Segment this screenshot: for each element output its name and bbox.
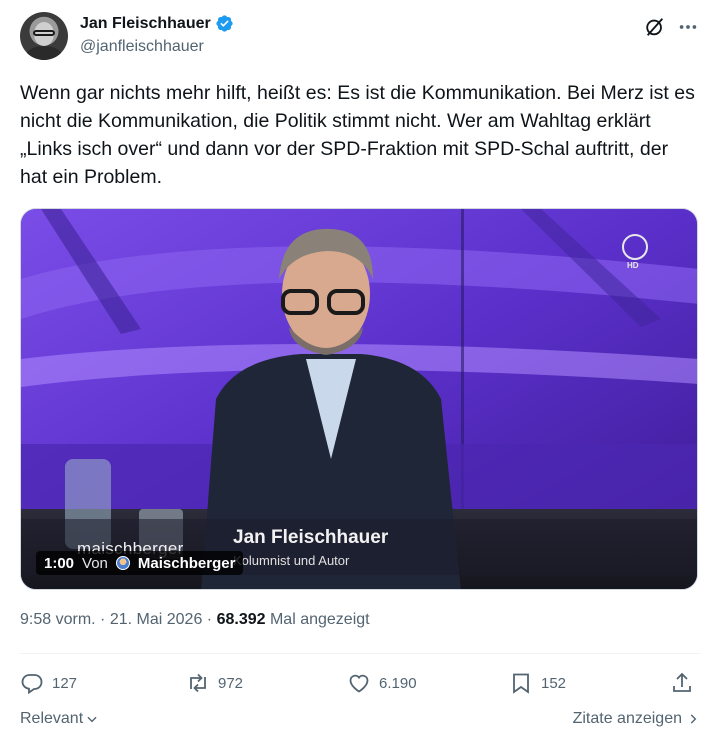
more-icon[interactable] — [676, 16, 700, 38]
tweet-text: Wenn gar nichts mehr hilft, heißt es: Es… — [20, 82, 695, 188]
author-handle[interactable]: @janfleischhauer — [80, 38, 204, 56]
bookmark-icon — [513, 673, 529, 694]
action-bar: 127 972 6.190 152 — [20, 668, 700, 698]
sort-dropdown[interactable]: Relevant — [20, 710, 99, 728]
like-icon — [349, 674, 369, 693]
lower-third-role: Kolumnist und Autor — [233, 553, 350, 568]
tweet-meta: 9:58 vorm. · 21. Mai 2026 · 68.392 Mal a… — [20, 611, 370, 629]
like-count: 6.190 — [379, 674, 417, 692]
view-label: Mal angezeigt — [269, 611, 370, 628]
author-avatar[interactable] — [20, 12, 68, 60]
repost-icon — [190, 673, 206, 693]
reply-icon — [21, 674, 43, 695]
share-icon — [673, 672, 691, 692]
reply-count: 127 — [52, 674, 78, 692]
verified-icon — [216, 15, 233, 32]
repost-count: 972 — [218, 674, 244, 692]
view-count: 68.392 — [216, 611, 266, 628]
bookmark-button[interactable]: 152 — [509, 668, 566, 698]
meta-separator: · — [100, 611, 106, 628]
chevron-down-icon — [87, 716, 97, 723]
sort-label: Relevant — [20, 710, 84, 727]
view-quotes-link[interactable]: Zitate anzeigen — [573, 710, 700, 728]
quotes-label: Zitate anzeigen — [572, 710, 682, 727]
lower-third-name: Jan Fleischhauer — [233, 527, 389, 548]
author-display-name[interactable]: Jan Fleischhauer — [80, 15, 211, 33]
name-row: Jan Fleischhauer — [80, 14, 234, 33]
grok-icon[interactable] — [644, 16, 666, 38]
tweet-header: Jan Fleischhauer @janfleischhauer — [20, 12, 700, 64]
avatar-body — [26, 46, 62, 60]
like-button[interactable]: 6.190 — [347, 668, 417, 698]
video-from-label: Von — [82, 554, 108, 572]
bookmark-count: 152 — [541, 674, 567, 692]
avatar-glasses — [33, 30, 55, 36]
video-duration: 1:00 — [44, 554, 75, 572]
meta-separator: · — [206, 611, 213, 628]
reply-footer: Relevant Zitate anzeigen — [20, 710, 700, 732]
video-source-pill[interactable]: 1:00 Von Maischberger — [36, 551, 244, 575]
share-button[interactable] — [670, 668, 694, 698]
video-source-name[interactable]: Maischberger — [138, 555, 236, 572]
reply-button[interactable]: 127 — [20, 668, 77, 698]
channel-hd-badge: HD — [627, 261, 639, 270]
divider — [20, 653, 700, 654]
source-avatar — [115, 556, 130, 570]
tweet-time[interactable]: 9:58 vorm. — [20, 611, 96, 628]
video-player[interactable]: HD maischberger Jan Fleischhauer Kolumni… — [20, 208, 698, 590]
tweet-date[interactable]: 21. Mai 2026 — [110, 611, 203, 628]
chevron-right-icon — [690, 714, 697, 724]
repost-button[interactable]: 972 — [186, 668, 243, 698]
